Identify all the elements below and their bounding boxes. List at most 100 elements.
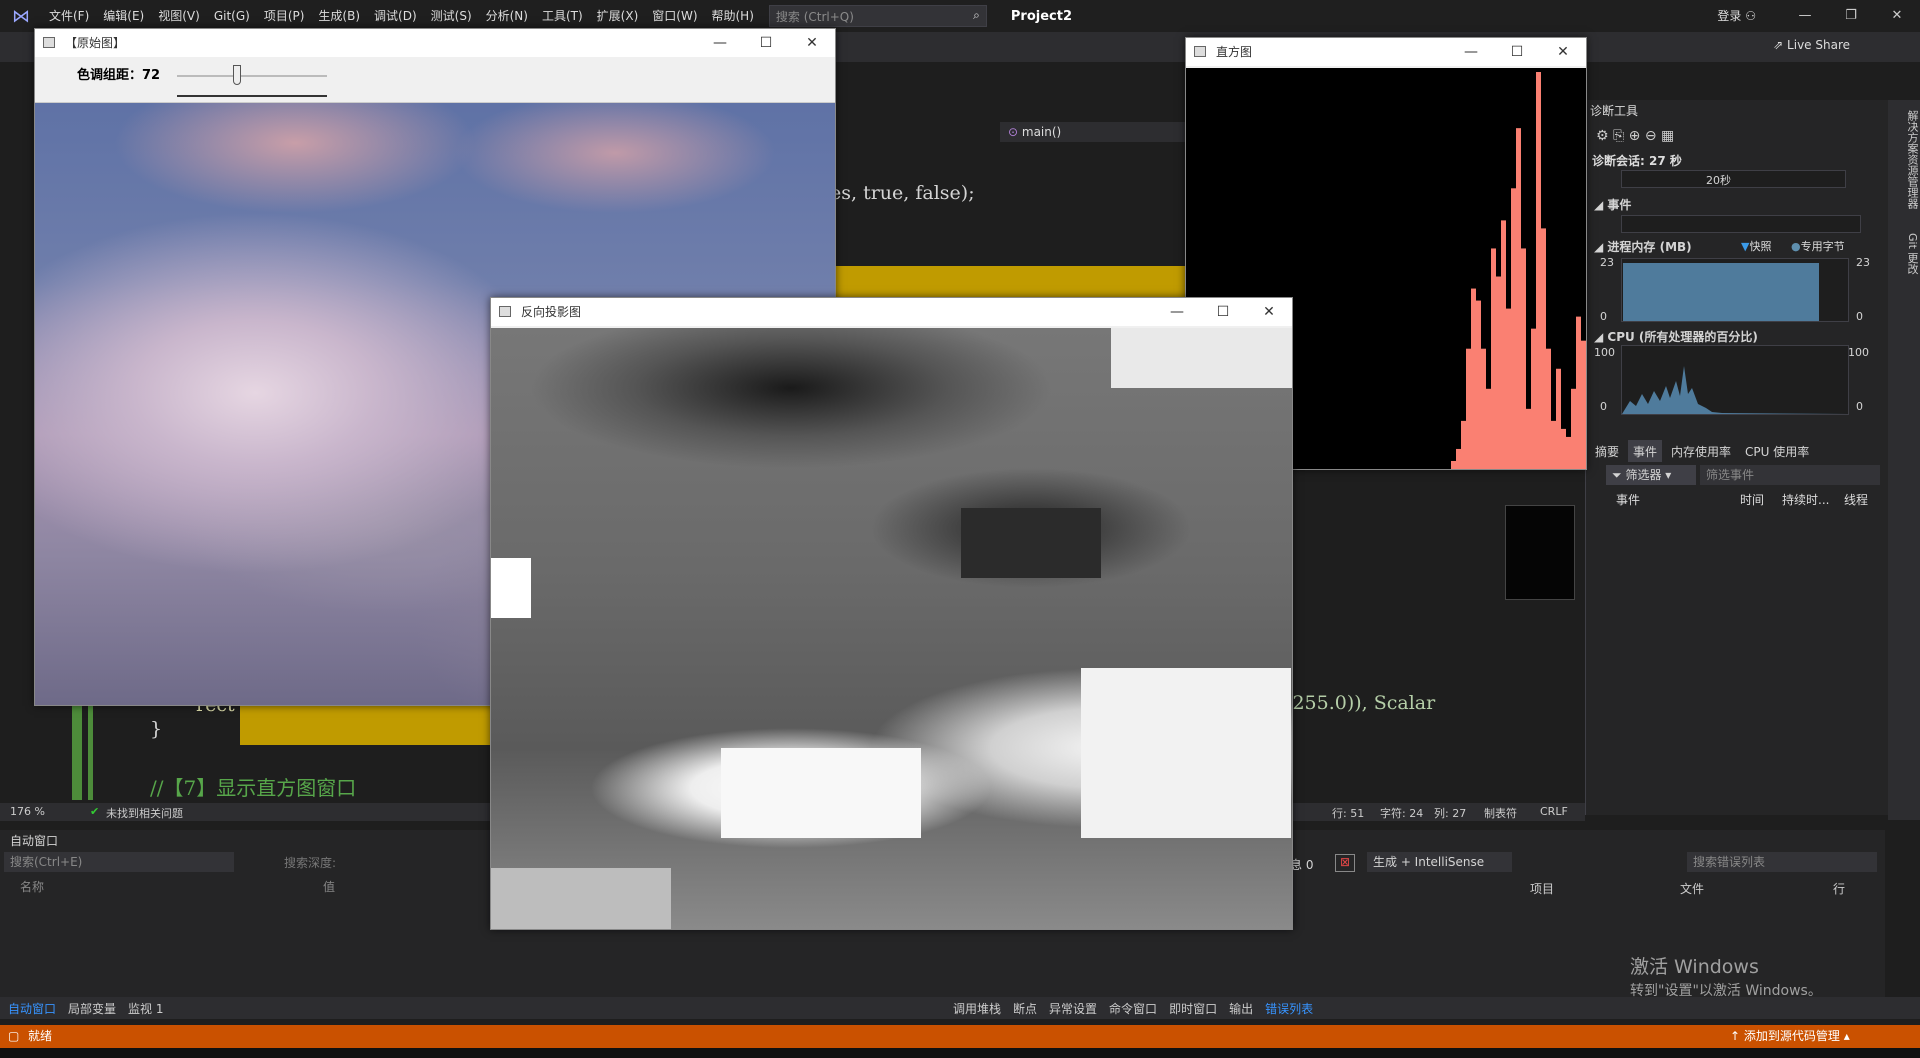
bottom-tab[interactable]: 断点	[1013, 1000, 1037, 1017]
minimize-button[interactable]: —	[1782, 0, 1828, 32]
bottom-tabs-left: 自动窗口 局部变量 监视 1	[8, 1000, 163, 1017]
filter-toggle-icon[interactable]: ⊠	[1335, 854, 1355, 872]
bottom-tab[interactable]: 即时窗口	[1169, 1000, 1217, 1017]
bottom-tab[interactable]: 命令窗口	[1109, 1000, 1157, 1017]
diag-tab[interactable]: 事件	[1628, 440, 1663, 462]
bottom-tab[interactable]: 调用堆栈	[953, 1000, 1001, 1017]
memory-section[interactable]: ◢ 进程内存 (MB)	[1594, 238, 1692, 255]
col-project: 项目	[1530, 882, 1555, 896]
error-search-placeholder: 搜索错误列表	[1693, 855, 1766, 869]
diag-tab[interactable]: CPU 使用率	[1740, 440, 1814, 462]
highlight-bar	[830, 266, 1185, 298]
original-window-title: 【原始图】	[65, 36, 126, 50]
original-window-titlebar[interactable]: 【原始图】 — ☐ ✕	[35, 29, 835, 57]
maximize-button[interactable]: ☐	[743, 29, 789, 57]
maximize-button[interactable]: ❐	[1828, 0, 1874, 32]
taskbar	[0, 1048, 1920, 1058]
side-tab-solution[interactable]: 解决方案资源管理器	[1900, 100, 1920, 219]
col-name: 名称	[20, 880, 45, 894]
member-dropdown[interactable]: ⊙ main()	[1000, 122, 1185, 142]
bottom-tab[interactable]: 局部变量	[68, 1000, 116, 1017]
autos-search-input[interactable]: 搜索(Ctrl+E)	[4, 852, 234, 872]
live-share-label: Live Share	[1787, 38, 1850, 52]
histogram-bar	[1506, 308, 1511, 469]
search-icon: ⌕	[973, 8, 980, 22]
change-gutter	[88, 700, 93, 800]
bottom-tab[interactable]: 自动窗口	[8, 1000, 56, 1017]
minimize-button[interactable]: —	[1448, 38, 1494, 66]
diag-tab[interactable]: 内存使用率	[1666, 440, 1736, 462]
source-control-button[interactable]: ↑ 添加到源代码管理 ▴	[1730, 1025, 1850, 1048]
member-name: main()	[1021, 125, 1062, 139]
side-tab-git[interactable]: Git 更改	[1900, 223, 1920, 284]
cursor-col: 列: 27	[1434, 807, 1467, 820]
histogram-bar	[1521, 248, 1526, 469]
trackbar-thumb[interactable]	[233, 65, 241, 85]
events-track	[1621, 215, 1861, 233]
bottom-tab[interactable]: 输出	[1229, 1000, 1253, 1017]
status-ready: 就绪	[28, 1029, 53, 1043]
bottom-tab[interactable]: 错误列表	[1265, 1000, 1313, 1017]
cpu-section[interactable]: ◢ CPU (所有处理器的百分比)	[1594, 328, 1758, 345]
settings-icon[interactable]: ⚙ ⎘ ⊕ ⊖ ▦	[1596, 128, 1674, 144]
memory-chart	[1621, 258, 1849, 322]
diag-title: 诊断工具	[1590, 104, 1639, 118]
histogram-bar	[1516, 128, 1521, 469]
filter-label: 筛选器	[1625, 468, 1662, 482]
legend-snapshot: ▼快照	[1741, 240, 1772, 253]
side-tabs: 解决方案资源管理器 Git 更改	[1888, 100, 1920, 820]
bp-region	[1111, 328, 1292, 388]
funnel-icon: ⏷	[1612, 468, 1622, 482]
histogram-bar	[1451, 460, 1456, 469]
window-icon	[499, 306, 511, 317]
error-search-input[interactable]: 搜索错误列表	[1687, 852, 1877, 872]
build-filter-dropdown[interactable]: 生成 + IntelliSense	[1367, 852, 1512, 872]
maximize-button[interactable]: ☐	[1494, 38, 1540, 66]
diag-tabs: 摘要 事件 内存使用率 CPU 使用率	[1586, 440, 1889, 462]
close-button[interactable]: ✕	[1874, 0, 1920, 32]
close-button[interactable]: ✕	[1246, 298, 1292, 326]
line-endings[interactable]: CRLF	[1540, 805, 1568, 818]
vs-search-placeholder: 搜索 (Ctrl+Q)	[775, 9, 854, 24]
highlight-bar	[240, 703, 500, 745]
minimap-viewport[interactable]	[1505, 505, 1575, 600]
live-share-button[interactable]: ⇗ Live Share	[1773, 38, 1850, 52]
histogram-window-titlebar[interactable]: 直方图 — ☐ ✕	[1186, 38, 1586, 66]
close-button[interactable]: ✕	[789, 29, 835, 57]
bp-region	[721, 748, 921, 838]
code-comment: //【7】显示直方图窗口	[150, 776, 357, 800]
minimize-button[interactable]: —	[697, 29, 743, 57]
histogram-bar	[1571, 388, 1576, 469]
diag-tab[interactable]: 摘要	[1590, 440, 1624, 462]
filter-dropdown[interactable]: ⏷ 筛选器 ▾	[1606, 465, 1696, 485]
bottom-tab[interactable]: 监视 1	[128, 1000, 163, 1017]
live-share-icon: ⇗	[1773, 38, 1784, 52]
login-button[interactable]: 登录 ⚇	[1717, 0, 1756, 32]
zoom-level[interactable]: 176 %	[10, 805, 45, 818]
close-button[interactable]: ✕	[1540, 38, 1586, 66]
maximize-button[interactable]: ☐	[1200, 298, 1246, 326]
mem-axis-max: 23	[1600, 256, 1614, 269]
minimize-button[interactable]: —	[1154, 298, 1200, 326]
backprojection-window-titlebar[interactable]: 反向投影图 — ☐ ✕	[491, 298, 1292, 326]
cursor-line: 行: 51	[1332, 807, 1365, 820]
messages-filter[interactable]: 息 0	[1290, 856, 1313, 873]
cpu-axis-min-right: 0	[1856, 400, 1863, 413]
histogram-bar	[1536, 72, 1541, 469]
tabs-mode[interactable]: 制表符	[1484, 805, 1517, 821]
autos-search-placeholder: 搜索(Ctrl+E)	[10, 855, 83, 869]
event-column-header[interactable]: 事件	[1586, 490, 1736, 510]
filter-events-input[interactable]: 筛选事件	[1700, 465, 1880, 485]
trackbar-track[interactable]	[177, 75, 327, 77]
vs-search-input[interactable]: 搜索 (Ctrl+Q) ⌕	[768, 5, 987, 27]
bottom-tab[interactable]: 异常设置	[1049, 1000, 1097, 1017]
event-column-header[interactable]: 线程	[1840, 490, 1880, 510]
code-line: es, true, false);	[830, 182, 975, 204]
event-column-header[interactable]: 持续时...	[1778, 490, 1840, 510]
timeline-ruler[interactable]: 20秒	[1621, 170, 1846, 188]
backprojection-image	[491, 328, 1292, 929]
event-column-header[interactable]: 时间	[1736, 490, 1778, 510]
events-section[interactable]: ◢ 事件	[1594, 196, 1631, 213]
issues-label[interactable]: 未找到相关问题	[106, 805, 183, 821]
histogram-bar	[1541, 228, 1546, 469]
